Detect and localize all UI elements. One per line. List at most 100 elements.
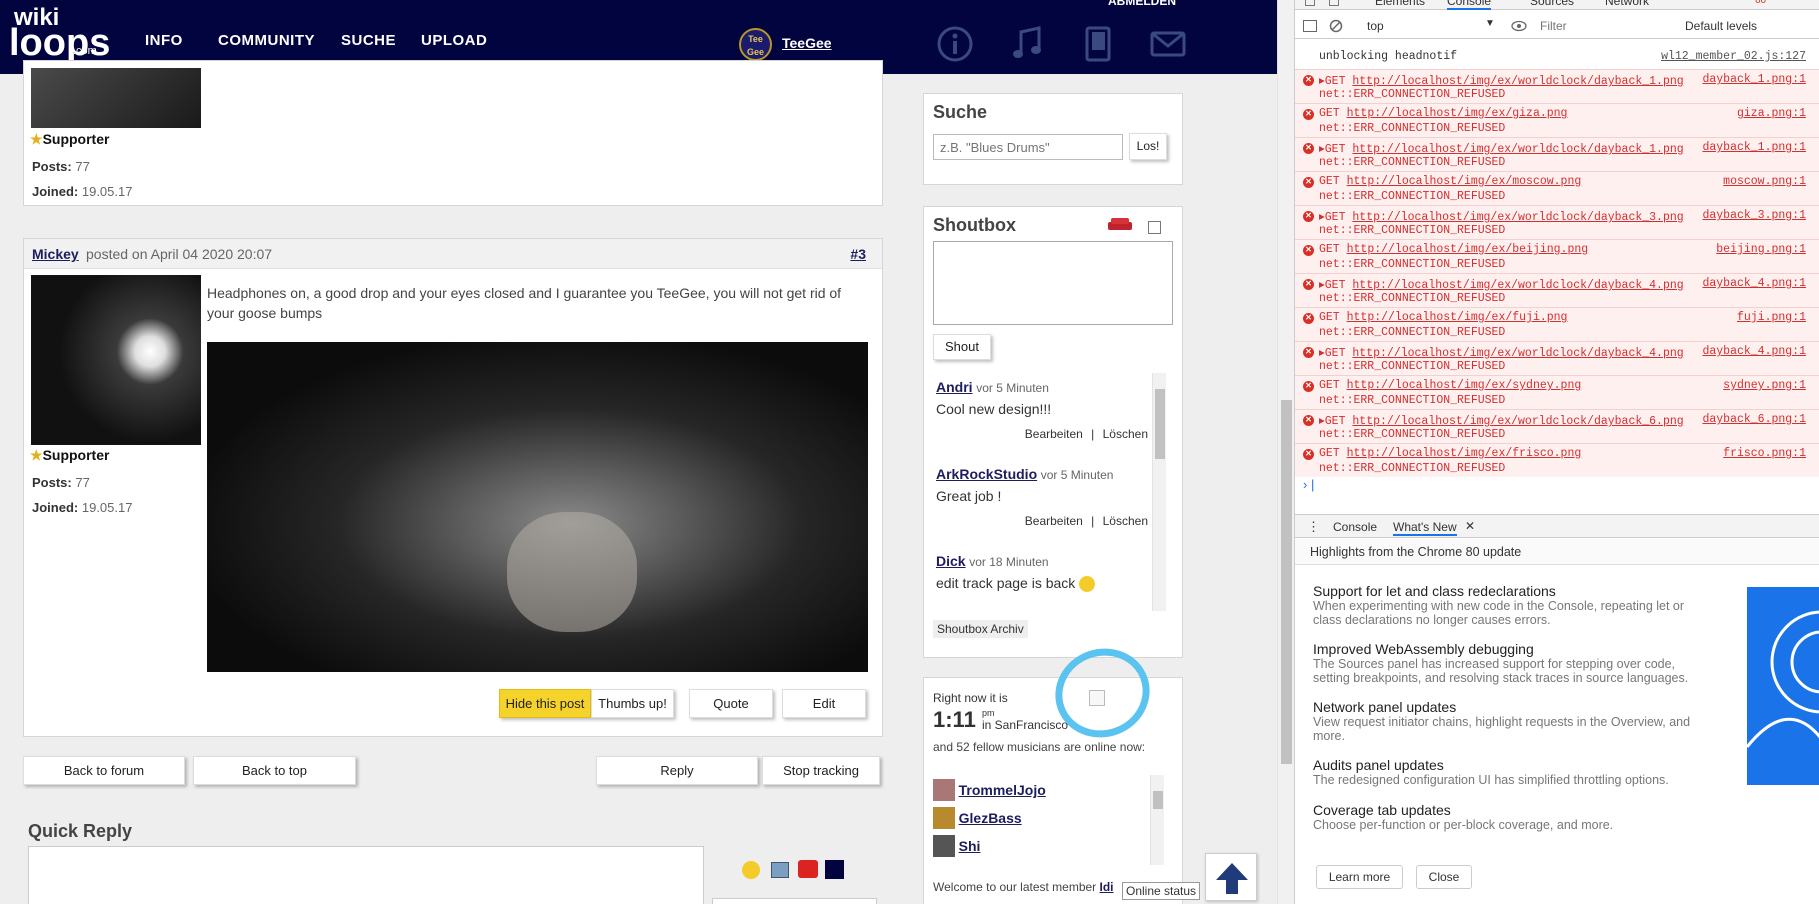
sofa-icon[interactable]: [1106, 217, 1134, 233]
console-error-row[interactable]: ✕ ▸GET http://localhost/img/ex/worldclock…: [1295, 137, 1819, 171]
thumbs-up-button[interactable]: Thumbs up!: [591, 689, 674, 718]
learn-more-button[interactable]: Learn more: [1316, 865, 1403, 889]
close-icon[interactable]: ✕: [1465, 519, 1475, 533]
error-source-link[interactable]: dayback_3.png:1: [1702, 209, 1806, 222]
back-to-forum-button[interactable]: Back to forum: [23, 756, 185, 785]
embedded-video[interactable]: [207, 342, 868, 672]
tab-elements[interactable]: Elements: [1375, 0, 1425, 8]
online-user[interactable]: GlezBass: [933, 807, 1046, 835]
sidebar-toggle-icon[interactable]: [1303, 20, 1317, 32]
shout-textarea[interactable]: [933, 241, 1173, 325]
post-number-link[interactable]: #3: [850, 246, 866, 262]
hide-post-button[interactable]: Hide this post: [499, 689, 591, 718]
shout-user-link[interactable]: Dick: [936, 553, 966, 569]
console-error-row[interactable]: ✕ ▸GET http://localhost/img/ex/worldclock…: [1295, 273, 1819, 307]
search-submit-button[interactable]: Los!: [1129, 133, 1167, 160]
shout-user-link[interactable]: ArkRockStudio: [936, 466, 1037, 482]
logout-link[interactable]: ABMELDEN: [1108, 0, 1176, 8]
scroll-to-top-button[interactable]: [1205, 853, 1257, 901]
error-url-link[interactable]: http://localhost/img/ex/worldclock/dayba…: [1352, 347, 1683, 360]
console-error-row[interactable]: ✕ ▸GET http://localhost/img/ex/worldclock…: [1295, 69, 1819, 103]
context-selector[interactable]: top: [1367, 19, 1384, 33]
shoutbox-archive-link[interactable]: Shoutbox Archiv: [933, 620, 1028, 638]
error-source-link[interactable]: dayback_1.png:1: [1702, 141, 1806, 154]
feature-title[interactable]: Improved WebAssembly debugging: [1313, 641, 1693, 657]
console-error-row[interactable]: ✕ GET http://localhost/img/ex/fuji.png fuj…: [1295, 307, 1819, 341]
nav-suche[interactable]: SUCHE: [341, 32, 396, 49]
console-error-row[interactable]: ✕ ▸GET http://localhost/img/ex/worldclock…: [1295, 341, 1819, 375]
nav-info[interactable]: INFO: [145, 32, 183, 49]
error-url-link[interactable]: http://localhost/img/ex/moscow.png: [1347, 175, 1582, 188]
console-error-row[interactable]: ✕ GET http://localhost/img/ex/giza.png giz…: [1295, 103, 1819, 137]
feature-title[interactable]: Audits panel updates: [1313, 757, 1693, 773]
shout-user-link[interactable]: Andri: [936, 379, 973, 395]
online-user-link[interactable]: TrommelJojo: [959, 782, 1046, 798]
info-circle-icon[interactable]: [935, 24, 975, 64]
username-link[interactable]: TeeGee: [782, 35, 832, 51]
console-error-row[interactable]: ✕ GET http://localhost/img/ex/beijing.png…: [1295, 239, 1819, 273]
latest-member-link[interactable]: Idi: [1100, 880, 1114, 894]
error-url-link[interactable]: http://localhost/img/ex/worldclock/dayba…: [1352, 75, 1683, 88]
error-url-link[interactable]: http://localhost/img/ex/sydney.png: [1347, 379, 1582, 392]
shout-button[interactable]: Shout: [933, 334, 991, 360]
console-prompt[interactable]: › |: [1303, 477, 1314, 492]
wikiloops-logo[interactable]: wiki loops .com: [9, 6, 110, 63]
tab-sources[interactable]: Sources: [1530, 0, 1574, 8]
online-user-link[interactable]: Shi: [959, 838, 981, 854]
stop-tracking-button[interactable]: Stop tracking: [762, 756, 880, 785]
scrollbar-thumb[interactable]: [1153, 791, 1163, 809]
popout-icon[interactable]: [1148, 221, 1161, 234]
page-scrollbar[interactable]: [1277, 0, 1294, 904]
drawer-menu-icon[interactable]: ⋮: [1307, 519, 1320, 535]
post-author-avatar[interactable]: [31, 275, 201, 445]
online-user-link[interactable]: GlezBass: [959, 810, 1022, 826]
quote-button[interactable]: Quote: [689, 689, 773, 718]
console-error-row[interactable]: ✕ GET http://localhost/img/ex/frisco.png f…: [1295, 443, 1819, 477]
shoutbox-scrollbar[interactable]: [1152, 373, 1166, 611]
quick-reply-side-input[interactable]: [712, 898, 877, 904]
feature-title[interactable]: Network panel updates: [1313, 699, 1693, 715]
search-input[interactable]: [933, 134, 1123, 160]
error-source-link[interactable]: dayback_6.png:1: [1702, 413, 1806, 426]
error-count-badge[interactable]: 60: [1755, 0, 1766, 6]
smiley-icon[interactable]: [742, 861, 760, 879]
error-source-link[interactable]: dayback_4.png:1: [1702, 345, 1806, 358]
drawer-tab-console[interactable]: Console: [1333, 520, 1377, 534]
scrollbar-thumb[interactable]: [1155, 389, 1165, 459]
info-source-link[interactable]: wl12_member_02.js:127: [1661, 50, 1806, 63]
back-to-top-button[interactable]: Back to top: [193, 756, 356, 785]
device-toolbar-icon[interactable]: [1329, 0, 1339, 6]
envelope-icon[interactable]: [1148, 24, 1188, 64]
error-url-link[interactable]: http://localhost/img/ex/giza.png: [1347, 107, 1568, 120]
error-url-link[interactable]: http://localhost/img/ex/worldclock/dayba…: [1352, 211, 1683, 224]
error-source-link[interactable]: dayback_4.png:1: [1702, 277, 1806, 290]
error-source-link[interactable]: beijing.png:1: [1716, 243, 1806, 256]
error-source-link[interactable]: frisco.png:1: [1723, 447, 1806, 460]
error-url-link[interactable]: http://localhost/img/ex/worldclock/dayba…: [1352, 279, 1683, 292]
user-avatar[interactable]: Tee Gee: [739, 28, 772, 61]
error-url-link[interactable]: http://localhost/img/ex/fuji.png: [1347, 311, 1568, 324]
error-url-link[interactable]: http://localhost/img/ex/worldclock/dayba…: [1352, 415, 1683, 428]
music-note-icon[interactable]: [1007, 24, 1047, 64]
quick-reply-textarea[interactable]: [28, 846, 704, 904]
error-source-link[interactable]: dayback_1.png:1: [1702, 73, 1806, 86]
close-button[interactable]: Close: [1416, 865, 1472, 889]
console-filter-input[interactable]: [1540, 17, 1670, 35]
console-error-row[interactable]: ✕ ▸GET http://localhost/img/ex/worldclock…: [1295, 205, 1819, 239]
error-source-link[interactable]: moscow.png:1: [1723, 175, 1806, 188]
error-source-link[interactable]: sydney.png:1: [1723, 379, 1806, 392]
online-list-scrollbar[interactable]: [1150, 775, 1164, 865]
online-user[interactable]: TrommelJojo: [933, 779, 1046, 807]
feature-title[interactable]: Coverage tab updates: [1313, 802, 1693, 818]
clear-console-icon[interactable]: [1329, 19, 1343, 33]
console-error-row[interactable]: ✕ ▸GET http://localhost/img/ex/worldclock…: [1295, 409, 1819, 443]
error-url-link[interactable]: http://localhost/img/ex/worldclock/dayba…: [1352, 143, 1683, 156]
console-error-row[interactable]: ✕ GET http://localhost/img/ex/sydney.png s…: [1295, 375, 1819, 409]
error-url-link[interactable]: http://localhost/img/ex/frisco.png: [1347, 447, 1582, 460]
shout-delete-link[interactable]: Löschen: [1103, 514, 1148, 528]
log-levels-dropdown[interactable]: Default levels: [1685, 19, 1757, 33]
chevron-down-icon[interactable]: ▼: [1485, 18, 1495, 29]
shout-edit-link[interactable]: Bearbeiten: [1025, 514, 1083, 528]
image-insert-icon[interactable]: [771, 862, 789, 878]
youtube-insert-icon[interactable]: [798, 860, 818, 878]
